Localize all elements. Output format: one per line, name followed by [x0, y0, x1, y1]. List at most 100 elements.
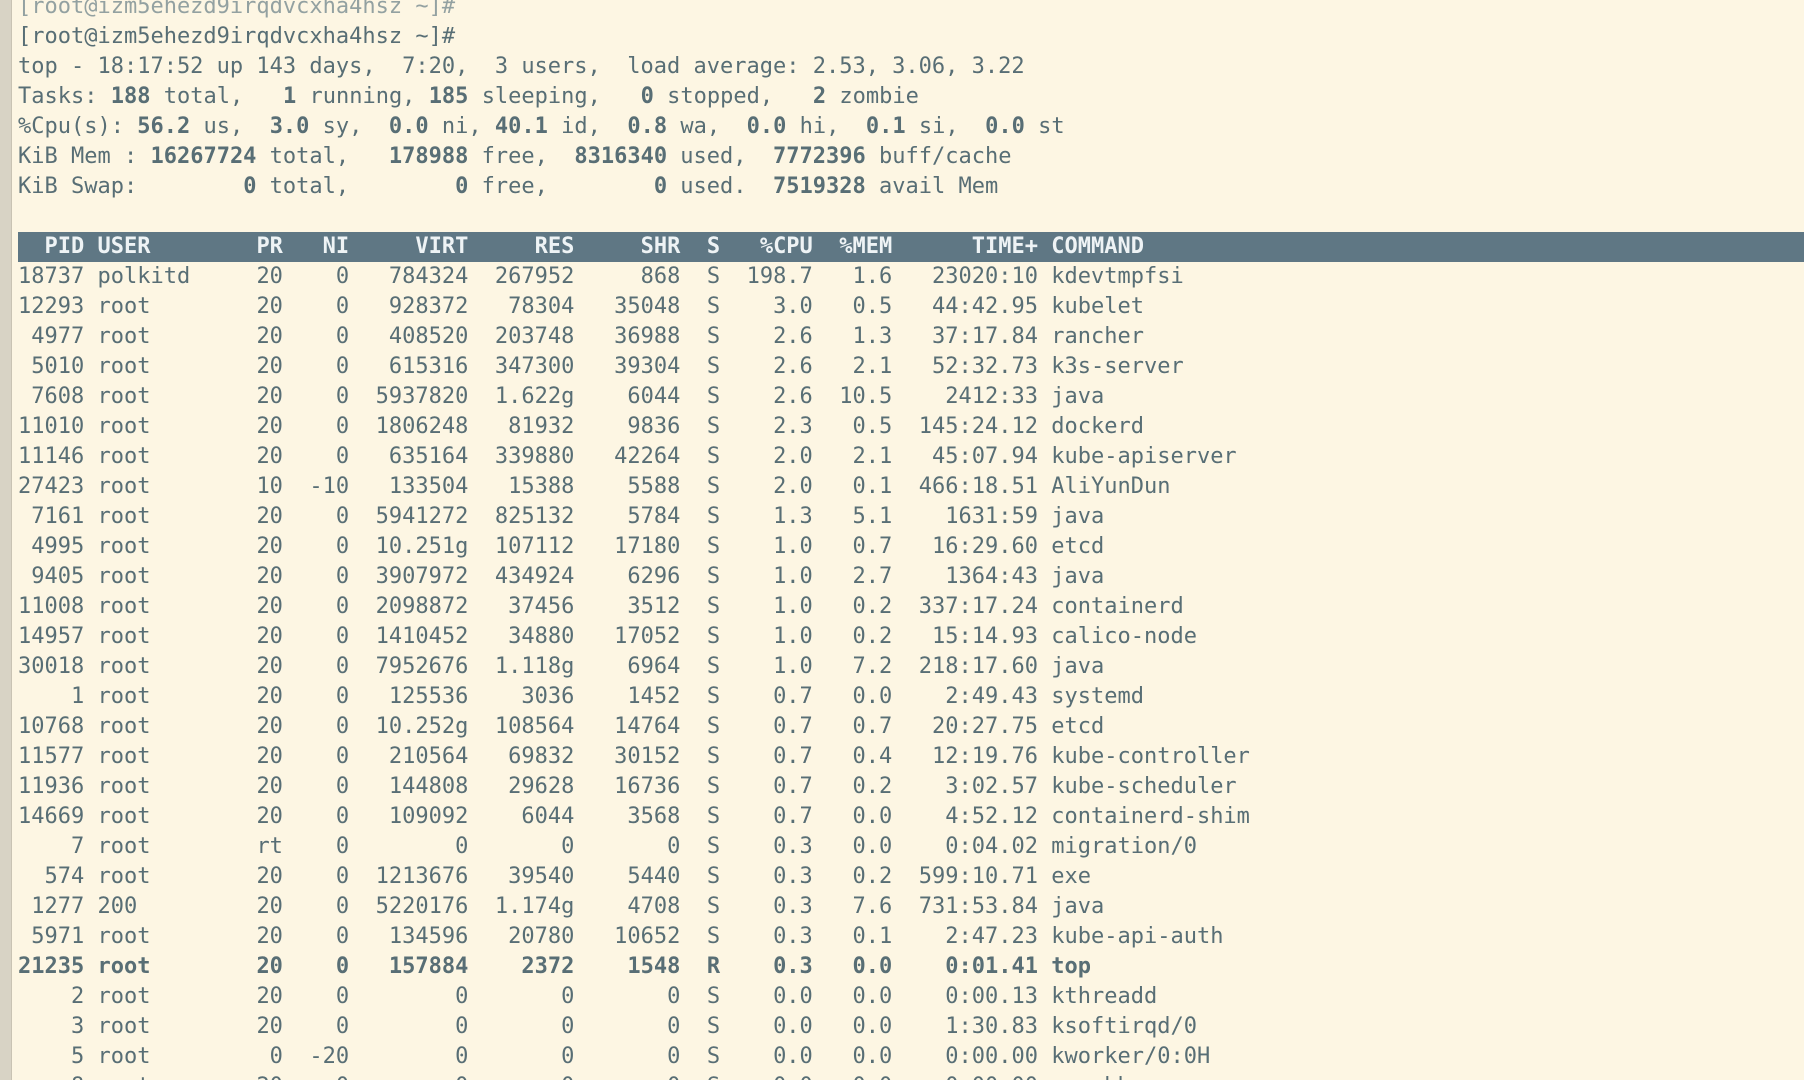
cell-state: S — [693, 744, 721, 769]
cell-user: 200 — [97, 894, 204, 919]
cell-shr: 9836 — [587, 414, 681, 439]
cell-cpu: 2.3 — [733, 414, 813, 439]
cell-state: S — [693, 594, 721, 619]
cell-time: 2412:33 — [905, 384, 1038, 409]
column-header-state: S — [693, 234, 721, 259]
table-row: 3 root 20 0 0 0 0 S 0.0 0.0 1:30.83 ksof… — [18, 1012, 1804, 1042]
cell-res: 1.118g — [481, 654, 575, 679]
cell-mem: 0.5 — [826, 414, 893, 439]
table-row: 11936 root 20 0 144808 29628 16736 S 0.7… — [18, 772, 1804, 802]
cell-pr: 20 — [216, 534, 283, 559]
cell-res: 0 — [481, 834, 575, 859]
cell-virt: 1410452 — [362, 624, 469, 649]
table-row: 14957 root 20 0 1410452 34880 17052 S 1.… — [18, 622, 1804, 652]
cell-shr: 16736 — [587, 774, 681, 799]
cell-pid: 8 — [18, 1074, 84, 1080]
cell-res: 20780 — [481, 924, 575, 949]
cell-state: S — [693, 504, 721, 529]
cell-user: root — [97, 654, 204, 679]
cell-user: root — [97, 324, 204, 349]
cell-shr: 17180 — [587, 534, 681, 559]
cell-command: kube-scheduler — [1051, 774, 1237, 799]
mem-line: KiB Mem : 16267724 total, 178988 free, 8… — [18, 144, 1012, 169]
cell-cpu: 0.3 — [733, 834, 813, 859]
cell-pid: 5971 — [18, 924, 85, 949]
cell-state: S — [693, 564, 721, 589]
cell-virt: 5220176 — [362, 894, 469, 919]
cell-pid: 7608 — [18, 384, 85, 409]
cell-time: 218:17.60 — [905, 654, 1038, 679]
cell-state: S — [693, 1044, 721, 1069]
cell-command: k3s-server — [1051, 354, 1184, 379]
cell-user: root — [97, 804, 204, 829]
cell-mem: 2.1 — [826, 444, 893, 469]
cell-time: 1631:59 — [905, 504, 1038, 529]
cell-command: kubelet — [1051, 294, 1144, 319]
table-row: 4977 root 20 0 408520 203748 36988 S 2.6… — [18, 322, 1804, 352]
cell-state: S — [693, 714, 721, 739]
table-row: 5 root 0 -20 0 0 0 S 0.0 0.0 0:00.00 kwo… — [18, 1042, 1804, 1072]
cell-res: 2372 — [481, 954, 575, 979]
cell-pr: 20 — [216, 984, 283, 1009]
cell-virt: 784324 — [362, 264, 469, 289]
cell-cpu: 0.7 — [733, 774, 813, 799]
cell-ni: 0 — [296, 1074, 349, 1080]
cell-shr: 5440 — [587, 864, 681, 889]
cell-cpu: 1.0 — [733, 534, 813, 559]
cell-mem: 0.2 — [826, 864, 893, 889]
cell-pid: 2 — [18, 984, 85, 1009]
cell-mem: 0.2 — [826, 594, 893, 619]
cell-ni: 0 — [296, 1014, 350, 1039]
cell-command: migration/0 — [1051, 834, 1197, 859]
cell-time: 15:14.93 — [905, 624, 1038, 649]
cell-shr: 0 — [587, 1014, 681, 1039]
cell-pid: 14669 — [18, 804, 85, 829]
cell-ni: 0 — [296, 864, 350, 889]
cell-shr: 3568 — [587, 804, 681, 829]
cell-mem: 0.7 — [826, 534, 893, 559]
cell-ni: 0 — [296, 744, 350, 769]
table-row: 5010 root 20 0 615316 347300 39304 S 2.6… — [18, 352, 1804, 382]
table-row: 7608 root 20 0 5937820 1.622g 6044 S 2.6… — [18, 382, 1804, 412]
cell-state: S — [693, 1014, 721, 1039]
cell-virt: 109092 — [362, 804, 469, 829]
cell-state: S — [693, 384, 721, 409]
cell-mem: 7.2 — [826, 654, 893, 679]
cell-state: S — [693, 654, 721, 679]
cell-pr: 20 — [216, 954, 283, 979]
cell-pid: 5 — [18, 1044, 85, 1069]
cell-pr: 20 — [216, 1014, 283, 1039]
cell-pr: 20 — [216, 654, 283, 679]
cell-ni: 0 — [296, 954, 350, 979]
cell-cpu: 1.0 — [733, 564, 813, 589]
cell-shr: 0 — [587, 984, 681, 1009]
table-row: 11577 root 20 0 210564 69832 30152 S 0.7… — [18, 742, 1804, 772]
cell-user: root — [97, 474, 204, 499]
cell-time: 466:18.51 — [905, 474, 1038, 499]
cell-pr: 20 — [216, 864, 283, 889]
table-row: 5971 root 20 0 134596 20780 10652 S 0.3 … — [18, 922, 1804, 952]
tasks-sleeping: 185 — [428, 84, 469, 109]
cell-pr: 20 — [216, 744, 283, 769]
cell-time: 731:53.84 — [905, 894, 1038, 919]
cell-mem: 1.6 — [826, 264, 893, 289]
cell-user: root — [97, 354, 204, 379]
cell-mem: 0.2 — [826, 774, 893, 799]
cell-mem: 0.2 — [826, 624, 893, 649]
cell-virt: 0 — [362, 1074, 468, 1080]
cell-time: 37:17.84 — [905, 324, 1038, 349]
cell-shr: 10652 — [587, 924, 681, 949]
cell-user: root — [97, 444, 204, 469]
cell-mem: 2.7 — [826, 564, 893, 589]
cell-shr: 6296 — [587, 564, 681, 589]
terminal-window[interactable]: [root@izm5ehezd9irqdvcxha4hsz ~]# [root@… — [0, 0, 1804, 1080]
cell-state: S — [693, 834, 721, 859]
cell-virt: 2098872 — [362, 594, 469, 619]
cell-pid: 3 — [18, 1014, 85, 1039]
cell-cpu: 2.6 — [733, 354, 813, 379]
cell-pr: 20 — [216, 504, 283, 529]
cell-virt: 10.252g — [362, 714, 469, 739]
column-header-user: USER — [97, 234, 204, 259]
cell-state: S — [693, 864, 721, 889]
cell-pr: 20 — [216, 384, 283, 409]
